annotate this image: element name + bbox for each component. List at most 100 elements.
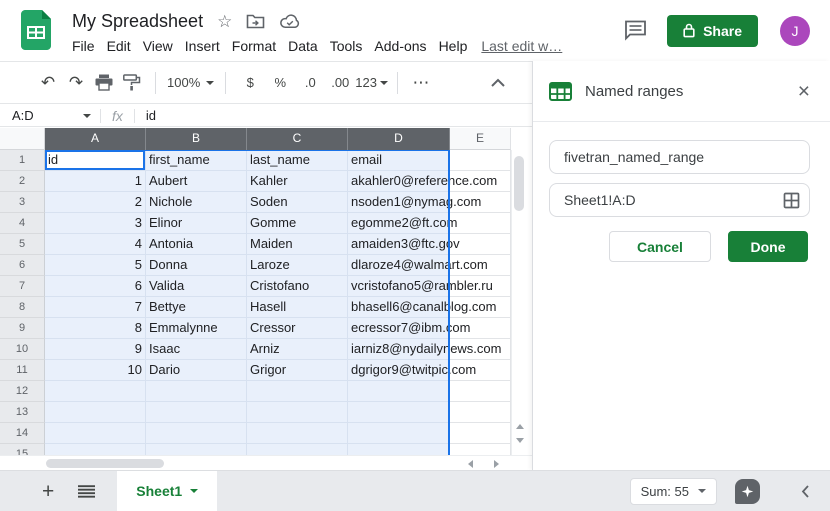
cell-B11[interactable]: Dario xyxy=(146,360,247,381)
row-header-15[interactable]: 15 xyxy=(0,444,45,455)
row-header-11[interactable]: 11 xyxy=(0,360,45,381)
row-header-6[interactable]: 6 xyxy=(0,255,45,276)
cell-C4[interactable]: Gomme xyxy=(247,213,348,234)
cell-A8[interactable]: 7 xyxy=(45,297,146,318)
row-header-13[interactable]: 13 xyxy=(0,402,45,423)
cell-B5[interactable]: Antonia xyxy=(146,234,247,255)
scroll-left-arrow[interactable] xyxy=(468,460,473,468)
menu-data[interactable]: Data xyxy=(282,36,324,56)
sheets-logo-icon[interactable] xyxy=(21,10,51,55)
menu-file[interactable]: File xyxy=(66,36,101,56)
decrease-decimal-button[interactable]: .0 xyxy=(295,75,325,90)
cell-C9[interactable]: Cressor xyxy=(247,318,348,339)
scroll-down-arrow[interactable] xyxy=(516,438,524,443)
cell-B13[interactable] xyxy=(146,402,247,423)
row-header-1[interactable]: 1 xyxy=(0,150,45,171)
document-title[interactable]: My Spreadsheet xyxy=(72,11,203,32)
cell-A6[interactable]: 5 xyxy=(45,255,146,276)
share-button[interactable]: Share xyxy=(667,15,758,47)
cell-B4[interactable]: Elinor xyxy=(146,213,247,234)
horizontal-scrollbar[interactable] xyxy=(0,455,532,470)
cell-E14[interactable] xyxy=(450,423,511,444)
done-button[interactable]: Done xyxy=(728,231,808,262)
menu-format[interactable]: Format xyxy=(226,36,282,56)
column-header-D[interactable]: D xyxy=(348,128,450,150)
redo-button[interactable]: ↷ xyxy=(62,73,90,93)
cell-B8[interactable]: Bettye xyxy=(146,297,247,318)
cell-B7[interactable]: Valida xyxy=(146,276,247,297)
increase-decimal-button[interactable]: .00 xyxy=(325,75,355,90)
cell-A12[interactable] xyxy=(45,381,146,402)
cell-A4[interactable]: 3 xyxy=(45,213,146,234)
cell-E15[interactable] xyxy=(450,444,511,455)
range-reference-input[interactable] xyxy=(549,183,810,217)
hide-menus-button[interactable] xyxy=(490,78,506,88)
select-all-corner[interactable] xyxy=(0,128,45,150)
row-header-5[interactable]: 5 xyxy=(0,234,45,255)
vertical-scrollbar-thumb[interactable] xyxy=(514,156,524,211)
comment-history-icon[interactable] xyxy=(624,20,647,41)
cell-E12[interactable] xyxy=(450,381,511,402)
row-header-8[interactable]: 8 xyxy=(0,297,45,318)
cloud-saved-icon[interactable] xyxy=(279,13,301,29)
cell-B6[interactable]: Donna xyxy=(146,255,247,276)
cell-C13[interactable] xyxy=(247,402,348,423)
cell-A1[interactable]: id xyxy=(45,150,146,171)
range-name-input[interactable] xyxy=(549,140,810,174)
cell-A13[interactable] xyxy=(45,402,146,423)
cell-D12[interactable] xyxy=(348,381,450,402)
cell-D5[interactable]: amaiden3@ftc.gov xyxy=(348,234,450,255)
cell-D2[interactable]: akahler0@reference.com xyxy=(348,171,450,192)
cell-A5[interactable]: 4 xyxy=(45,234,146,255)
scroll-right-arrow[interactable] xyxy=(494,460,499,468)
cell-B12[interactable] xyxy=(146,381,247,402)
cell-D3[interactable]: nsoden1@nymag.com xyxy=(348,192,450,213)
print-button[interactable] xyxy=(90,74,118,91)
scroll-up-arrow[interactable] xyxy=(516,424,524,429)
cell-C2[interactable]: Kahler xyxy=(247,171,348,192)
cell-B15[interactable] xyxy=(146,444,247,455)
cell-D9[interactable]: ecressor7@ibm.com xyxy=(348,318,450,339)
cell-D6[interactable]: dlaroze4@walmart.com xyxy=(348,255,450,276)
row-header-14[interactable]: 14 xyxy=(0,423,45,444)
cell-D10[interactable]: iarniz8@nydailynews.com xyxy=(348,339,450,360)
cell-A10[interactable]: 9 xyxy=(45,339,146,360)
cell-A15[interactable] xyxy=(45,444,146,455)
column-header-E[interactable]: E xyxy=(450,128,511,150)
paint-format-button[interactable] xyxy=(118,74,146,91)
cell-D1[interactable]: email xyxy=(348,150,450,171)
horizontal-scrollbar-thumb[interactable] xyxy=(46,459,164,468)
column-header-C[interactable]: C xyxy=(247,128,348,150)
explore-button[interactable] xyxy=(735,479,760,504)
cell-E13[interactable] xyxy=(450,402,511,423)
menu-view[interactable]: View xyxy=(137,36,179,56)
row-header-4[interactable]: 4 xyxy=(0,213,45,234)
vertical-scrollbar[interactable] xyxy=(511,150,526,455)
cell-C14[interactable] xyxy=(247,423,348,444)
cell-C5[interactable]: Maiden xyxy=(247,234,348,255)
cell-B10[interactable]: Isaac xyxy=(146,339,247,360)
cell-D15[interactable] xyxy=(348,444,450,455)
name-box[interactable]: A:D xyxy=(0,105,100,127)
menu-insert[interactable]: Insert xyxy=(179,36,226,56)
cell-C3[interactable]: Soden xyxy=(247,192,348,213)
cell-C1[interactable]: last_name xyxy=(247,150,348,171)
cell-C12[interactable] xyxy=(247,381,348,402)
cell-D11[interactable]: dgrigor9@twitpic.com xyxy=(348,360,450,381)
cell-C10[interactable]: Arniz xyxy=(247,339,348,360)
sum-dropdown[interactable]: Sum: 55 xyxy=(630,478,717,505)
format-currency-button[interactable]: $ xyxy=(235,75,265,90)
cell-E1[interactable] xyxy=(450,150,511,171)
cell-A2[interactable]: 1 xyxy=(45,171,146,192)
cell-D8[interactable]: bhasell6@canalblog.com xyxy=(348,297,450,318)
cancel-button[interactable]: Cancel xyxy=(609,231,711,262)
formula-input[interactable]: id xyxy=(146,108,156,123)
cell-B2[interactable]: Aubert xyxy=(146,171,247,192)
row-header-12[interactable]: 12 xyxy=(0,381,45,402)
add-sheet-button[interactable]: + xyxy=(42,481,54,502)
collapse-panel-chevron[interactable] xyxy=(800,484,810,499)
row-header-10[interactable]: 10 xyxy=(0,339,45,360)
menu-addons[interactable]: Add-ons xyxy=(368,36,432,56)
cell-A14[interactable] xyxy=(45,423,146,444)
cell-A3[interactable]: 2 xyxy=(45,192,146,213)
